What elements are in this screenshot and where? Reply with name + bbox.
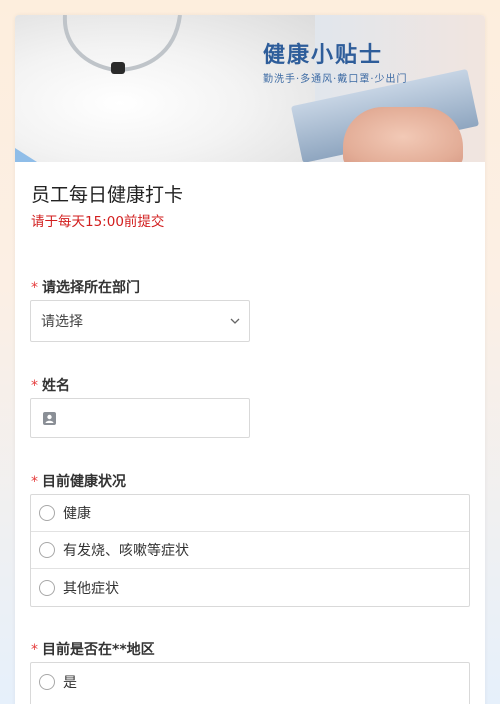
required-mark: * <box>31 642 38 658</box>
health-status-label-text: 目前健康状况 <box>42 474 126 490</box>
in-area-radio-group: 是 <box>30 662 470 704</box>
department-question-label: * 请选择所在部门 <box>31 277 140 297</box>
form-description: 请于每天15:00前提交 <box>31 214 165 230</box>
health-status-radio-group: 健康 有发烧、咳嗽等症状 其他症状 <box>30 494 470 607</box>
chevron-down-icon <box>230 318 240 324</box>
banner-subtitle: 勤洗手·多通风·戴口罩·少出门 <box>263 74 408 85</box>
radio-button[interactable] <box>39 579 55 596</box>
banner-title: 健康小贴士 <box>263 42 384 68</box>
department-label-text: 请选择所在部门 <box>42 280 140 296</box>
banner-corner-decoration <box>15 148 37 162</box>
name-question-label: * 姓名 <box>31 375 70 395</box>
radio-button[interactable] <box>39 505 55 521</box>
department-select-value: 请选择 <box>41 314 83 330</box>
name-field[interactable] <box>30 398 250 438</box>
department-select[interactable]: 请选择 <box>30 300 250 342</box>
header-banner: 健康小贴士 勤洗手·多通风·戴口罩·少出门 <box>15 15 485 162</box>
in-area-label-text: 目前是否在**地区 <box>42 642 155 658</box>
banner-hand-image <box>343 107 463 162</box>
radio-option-other-symptoms[interactable]: 其他症状 <box>31 569 469 606</box>
health-status-question-label: * 目前健康状况 <box>31 471 126 491</box>
form-card: 健康小贴士 勤洗手·多通风·戴口罩·少出门 员工每日健康打卡 请于每天15:00… <box>15 15 485 704</box>
radio-option-yes[interactable]: 是 <box>31 663 469 700</box>
stethoscope-icon <box>62 15 182 74</box>
form-title: 员工每日健康打卡 <box>31 184 184 206</box>
radio-button[interactable] <box>39 542 55 558</box>
name-label-text: 姓名 <box>42 378 70 394</box>
required-mark: * <box>31 378 38 394</box>
radio-option-healthy[interactable]: 健康 <box>31 495 469 532</box>
radio-option-label: 其他症状 <box>63 580 119 597</box>
required-mark: * <box>31 280 38 296</box>
in-area-question-label: * 目前是否在**地区 <box>31 639 155 659</box>
radio-option-fever-cough[interactable]: 有发烧、咳嗽等症状 <box>31 532 469 569</box>
radio-option-label: 健康 <box>63 506 91 522</box>
name-input[interactable] <box>65 405 241 431</box>
radio-option-label: 是 <box>63 674 77 691</box>
radio-button[interactable] <box>39 673 55 690</box>
radio-option-label: 有发烧、咳嗽等症状 <box>63 543 189 559</box>
user-icon <box>43 412 56 425</box>
required-mark: * <box>31 474 38 490</box>
